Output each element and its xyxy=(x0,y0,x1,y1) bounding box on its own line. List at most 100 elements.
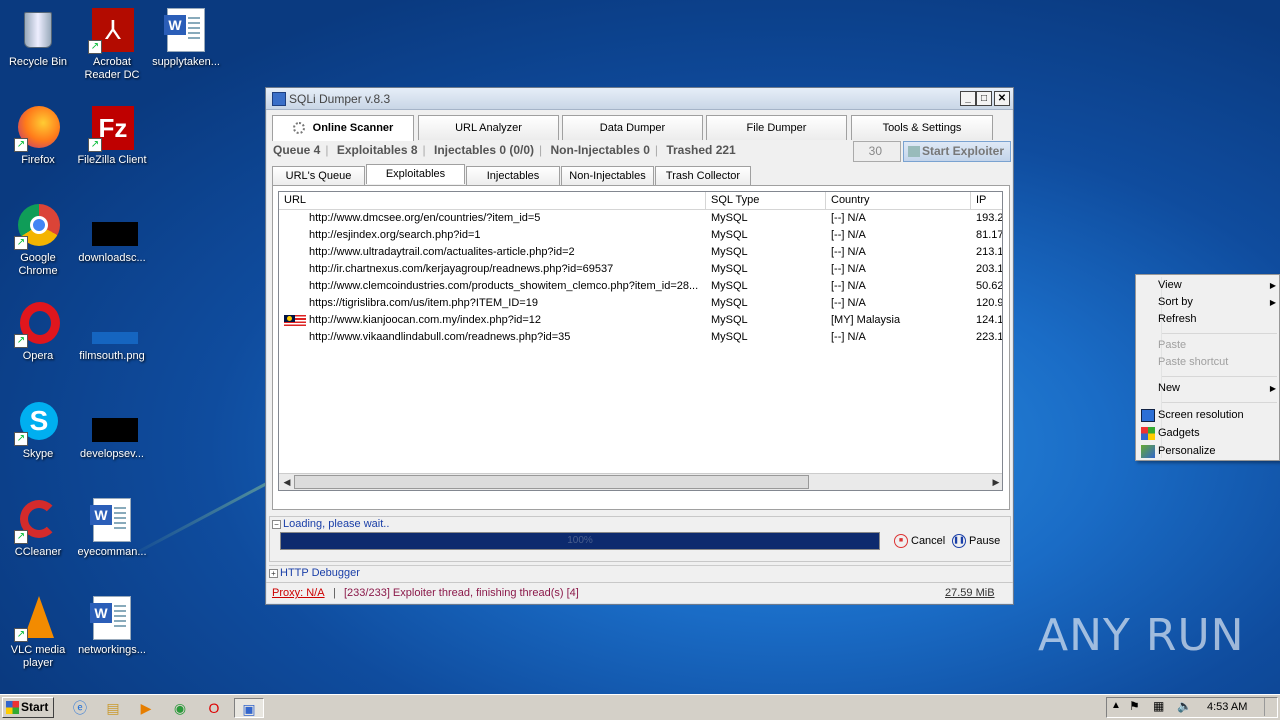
column-url[interactable]: URL xyxy=(279,192,706,210)
scrollbar-thumb[interactable] xyxy=(294,475,809,489)
subtab-injectables[interactable]: Injectables xyxy=(466,166,560,185)
clock[interactable]: 4:53 AM xyxy=(1207,701,1247,713)
column-country[interactable]: Country xyxy=(826,192,971,210)
cancel-button[interactable]: ■ Cancel xyxy=(894,533,945,549)
cell-url: http://www.dmcsee.org/en/countries/?item… xyxy=(309,212,541,224)
desktop-icon-networkings[interactable]: W networkings... xyxy=(74,596,150,657)
desktop-icon-label: Google Chrome xyxy=(18,252,58,277)
menu-item-gadgets[interactable]: Gadgets xyxy=(1158,425,1276,442)
cell-country: [--] N/A xyxy=(831,246,866,258)
loading-header[interactable]: − Loading, please wait.. xyxy=(272,518,389,530)
word-doc-icon: W xyxy=(90,596,134,640)
desktop-icon-filezilla[interactable]: Fz ↗ FileZilla Client xyxy=(74,106,150,167)
menu-item-sort-by[interactable]: Sort by ▶ xyxy=(1158,294,1276,311)
exploitables-list[interactable]: URL SQL Type Country IP http://www.dmcse… xyxy=(278,191,1003,491)
sqli-dumper-taskbar-button[interactable]: ▣ xyxy=(234,698,264,718)
cell-sql-type: MySQL xyxy=(711,314,748,326)
tab-file-dumper[interactable]: File Dumper xyxy=(706,115,847,140)
submenu-arrow-icon: ▶ xyxy=(1269,298,1276,307)
network-icon[interactable]: ▦ xyxy=(1153,699,1164,713)
desktop-icon-chrome[interactable]: ↗ Google Chrome xyxy=(0,204,76,278)
stop-icon: ■ xyxy=(894,534,908,549)
shortcut-arrow-icon: ↗ xyxy=(14,334,28,348)
scroll-right-icon[interactable]: ▶ xyxy=(989,475,1002,489)
desktop-icon-firefox[interactable]: ↗ Firefox xyxy=(0,106,76,167)
desktop-icon-opera[interactable]: ↗ Opera xyxy=(0,302,76,363)
menu-item-view[interactable]: View ▶ xyxy=(1158,277,1276,294)
desktop-icon-label: developsev... xyxy=(79,448,144,460)
desktop-icon-vlc[interactable]: ↗ VLC media player xyxy=(0,596,76,670)
chrome-taskbar-icon[interactable]: ◉ xyxy=(170,698,190,718)
cell-sql-type: MySQL xyxy=(711,297,748,309)
table-row[interactable]: http://www.dmcsee.org/en/countries/?item… xyxy=(279,211,1002,228)
acrobat-icon: ⅄ ↗ xyxy=(88,8,134,54)
http-debugger-toggle[interactable]: + HTTP Debugger xyxy=(269,565,1011,579)
maximize-button[interactable]: □ xyxy=(976,91,992,106)
show-desktop-button[interactable] xyxy=(1264,698,1276,716)
subtab-urls-queue[interactable]: URL's Queue xyxy=(272,166,365,185)
menu-item-new[interactable]: New ▶ xyxy=(1158,380,1276,397)
non-injectables-count: Non-Injectables 0 xyxy=(550,143,650,157)
window-titlebar[interactable]: SQLi Dumper v.8.3 _ □ ✕ xyxy=(266,88,1013,110)
start-exploiter-button[interactable]: Start Exploiter xyxy=(903,141,1011,162)
internet-explorer-icon[interactable]: ⓔ xyxy=(70,698,90,718)
cell-ip: 223.1 xyxy=(976,331,1003,343)
table-row[interactable]: http://ir.chartnexus.com/kerjayagroup/re… xyxy=(279,262,1002,279)
table-row[interactable]: http://www.vikaandlindabull.com/readnews… xyxy=(279,330,1003,347)
subtab-trash-collector[interactable]: Trash Collector xyxy=(655,166,751,185)
close-button[interactable]: ✕ xyxy=(994,91,1010,106)
desktop-icon-ccleaner[interactable]: ↗ CCleaner xyxy=(0,498,76,559)
memory-usage[interactable]: 27.59 MiB xyxy=(945,583,995,603)
collapse-icon[interactable]: − xyxy=(272,519,281,529)
menu-item-paste-shortcut: Paste shortcut xyxy=(1158,356,1229,368)
column-sql-type[interactable]: SQL Type xyxy=(706,192,826,210)
desktop-icon-label: VLC media player xyxy=(10,644,66,669)
desktop-icon-recycle-bin[interactable]: Recycle Bin xyxy=(0,8,76,69)
show-hidden-icons[interactable]: ▲ xyxy=(1111,700,1121,711)
table-row[interactable]: https://tigrislibra.com/us/item.php?ITEM… xyxy=(279,296,1002,313)
minimize-button[interactable]: _ xyxy=(960,91,976,106)
action-center-flag-icon[interactable]: ⚑ xyxy=(1129,699,1140,713)
subtab-non-injectables[interactable]: Non-Injectables xyxy=(561,166,654,185)
desktop-icon-developsev[interactable]: developsev... xyxy=(74,400,150,461)
scroll-left-icon[interactable]: ◀ xyxy=(280,475,294,489)
tab-tools-settings[interactable]: Tools & Settings xyxy=(851,115,993,140)
desktop-icon-eyecomman[interactable]: W eyecomman... xyxy=(74,498,150,559)
cell-sql-type: MySQL xyxy=(711,246,748,258)
desktop-icon-label: Opera xyxy=(22,350,54,362)
table-row[interactable]: http://esjindex.org/search.php?id=1 MySQL… xyxy=(279,228,1002,245)
cell-country: [--] N/A xyxy=(831,280,866,292)
column-ip[interactable]: IP xyxy=(971,192,1002,210)
menu-item-screen-resolution[interactable]: Screen resolution xyxy=(1158,407,1276,424)
desktop-icon-downloadsc[interactable]: downloadsc... xyxy=(74,204,150,265)
threads-stepper[interactable]: 30 xyxy=(853,141,901,162)
image-file-icon xyxy=(90,302,138,346)
pause-button[interactable]: ❚❚ Pause xyxy=(952,533,1000,549)
menu-item-personalize[interactable]: Personalize xyxy=(1158,443,1276,460)
tab-data-dumper[interactable]: Data Dumper xyxy=(562,115,703,140)
media-player-icon[interactable]: ▶ xyxy=(136,698,156,718)
table-row[interactable]: http://www.kianjoocan.com.my/index.php?i… xyxy=(279,313,1003,330)
explorer-folder-icon[interactable]: ▤ xyxy=(103,698,123,718)
tab-url-analyzer[interactable]: URL Analyzer xyxy=(418,115,559,140)
desktop-icon-skype[interactable]: S ↗ Skype xyxy=(0,400,76,461)
horizontal-scrollbar[interactable]: ◀ ▶ xyxy=(279,473,1002,490)
image-file-icon xyxy=(90,204,138,248)
table-row[interactable]: http://www.clemcoindustries.com/products… xyxy=(279,279,1002,296)
cell-sql-type: MySQL xyxy=(711,280,748,292)
desktop-context-menu: View ▶ Sort by ▶ Refresh Paste Paste short… xyxy=(1135,274,1280,461)
desktop-icon-acrobat[interactable]: ⅄ ↗ Acrobat Reader DC xyxy=(74,8,150,82)
main-tabs: Online Scanner URL Analyzer Data Dumper … xyxy=(272,115,1007,141)
opera-taskbar-icon[interactable]: O xyxy=(204,698,224,718)
shortcut-arrow-icon: ↗ xyxy=(88,40,102,54)
desktop-icon-supplytaken[interactable]: W supplytaken... xyxy=(148,8,224,69)
tab-online-scanner[interactable]: Online Scanner xyxy=(272,115,414,141)
volume-icon[interactable]: 🔈 xyxy=(1177,699,1192,713)
start-button[interactable]: Start xyxy=(2,697,54,718)
desktop-icon-filmsouth[interactable]: filmsouth.png xyxy=(74,302,150,363)
cell-ip: 124.1 xyxy=(976,314,1003,326)
proxy-link[interactable]: Proxy: N/A xyxy=(272,583,325,603)
table-row[interactable]: http://www.ultradaytrail.com/actualites-… xyxy=(279,245,1002,262)
menu-item-refresh[interactable]: Refresh xyxy=(1158,311,1276,328)
subtab-exploitables[interactable]: Exploitables xyxy=(366,164,465,184)
